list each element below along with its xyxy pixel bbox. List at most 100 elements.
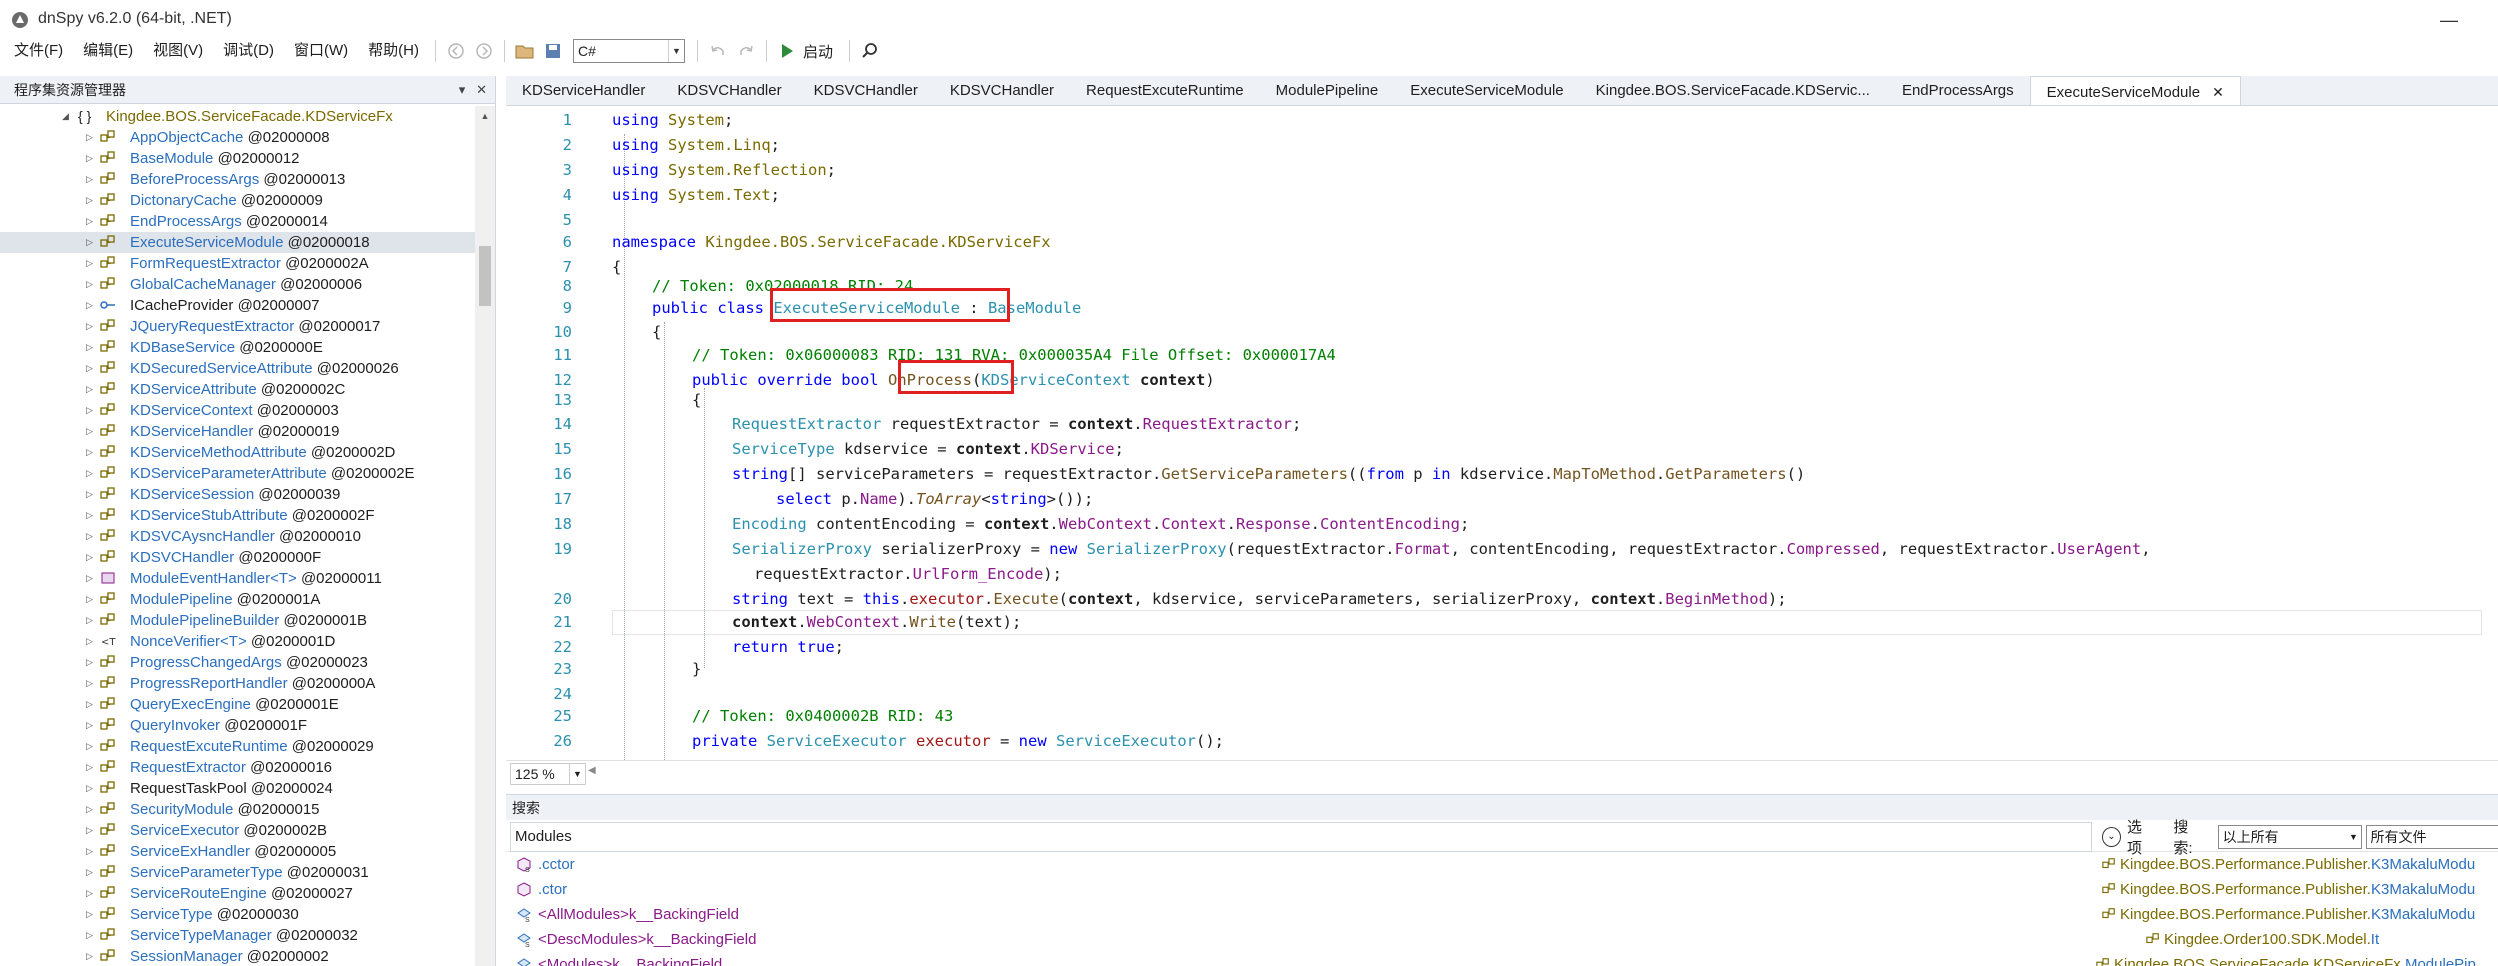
expand-icon[interactable]: ▷ [86,673,96,694]
document-tab[interactable]: Kingdee.BOS.ServiceFacade.KDServic... [1580,76,1886,105]
document-tab[interactable]: RequestExcuteRuntime [1070,76,1260,105]
document-tab[interactable]: KDServiceHandler [506,76,661,105]
tree-item[interactable]: ▷ JQueryRequestExtractor @02000017 [0,316,476,337]
tree-item[interactable]: ▷ ServiceType @02000030 [0,904,476,925]
open-folder-icon[interactable] [514,40,536,62]
document-tab[interactable]: KDSVCHandler [661,76,797,105]
expand-icon[interactable]: ▷ [86,946,96,966]
search-scope-select[interactable]: 以上所有 ▼ [2217,825,2362,849]
expand-icon[interactable]: ▷ [86,442,96,463]
expand-icon[interactable]: ▷ [86,925,96,946]
menu-edit[interactable]: 编辑(E) [73,36,143,66]
expand-icon[interactable]: ▷ [86,610,96,631]
search-icon[interactable] [859,40,881,62]
zoom-select[interactable]: 125 % ▼ [510,763,586,785]
forward-icon[interactable] [473,40,495,62]
search-result-row[interactable]: S <AllModules>k__BackingField Kingdee.BOS.… [506,902,2498,927]
tree-item[interactable]: ▷ KDServiceAttribute @0200002C [0,379,476,400]
minimize-button[interactable]: — [2426,4,2472,36]
play-icon[interactable] [776,40,798,62]
expand-icon[interactable]: ▷ [86,526,96,547]
expand-icon[interactable]: ▷ [86,337,96,358]
expand-icon[interactable]: ▷ [86,211,96,232]
tree-item[interactable]: ▷ ModuleEventHandler<T> @02000011 [0,568,476,589]
expand-icon[interactable]: ▷ [86,631,96,652]
expand-icon[interactable]: ▷ [86,820,96,841]
tree-item[interactable]: ▷ ServiceRouteEngine @02000027 [0,883,476,904]
document-tab[interactable]: KDSVCHandler [934,76,1070,105]
tree-item[interactable]: ▷ ExecuteServiceModule @02000018 [0,232,476,253]
expand-icon[interactable]: ▷ [86,148,96,169]
tree-item[interactable]: ▷ ProgressReportHandler @0200000A [0,673,476,694]
tree-item[interactable]: ▷ ModulePipeline @0200001A [0,589,476,610]
expand-icon[interactable]: ▷ [86,463,96,484]
tree-item[interactable]: ▷ ServiceExHandler @02000005 [0,841,476,862]
tree-item[interactable]: ▷ DictonaryCache @02000009 [0,190,476,211]
scroll-up-icon[interactable]: ▲ [475,106,495,126]
tree-item[interactable]: ▷ QueryExecEngine @0200001E [0,694,476,715]
tree-item[interactable]: ▷ BaseModule @02000012 [0,148,476,169]
expand-icon[interactable]: ▷ [86,232,96,253]
menu-view[interactable]: 视图(V) [143,36,213,66]
expand-icon[interactable]: ▷ [86,484,96,505]
language-select[interactable]: C# ▼ [572,39,685,63]
tree-item[interactable]: ▷ EndProcessArgs @02000014 [0,211,476,232]
tree-item[interactable]: ▷ RequestTaskPool @02000024 [0,778,476,799]
tree-item[interactable]: ▷ SessionManager @02000002 [0,946,476,966]
tree-item[interactable]: ▷ QueryInvoker @0200001F [0,715,476,736]
options-chevron-icon[interactable]: ⌄ [2102,827,2121,847]
tree-item[interactable]: ▷ ProgressChangedArgs @02000023 [0,652,476,673]
expand-icon[interactable]: ▷ [86,589,96,610]
tree-item[interactable]: ▷ GlobalCacheManager @02000006 [0,274,476,295]
expand-icon[interactable]: ▷ [86,778,96,799]
expand-icon[interactable]: ▷ [86,190,96,211]
expand-icon[interactable]: ▷ [86,757,96,778]
menu-debug[interactable]: 调试(D) [213,36,284,66]
expand-icon[interactable]: ▷ [86,127,96,148]
expand-icon[interactable]: ▷ [86,358,96,379]
expand-icon[interactable]: ▷ [86,421,96,442]
tree-item[interactable]: ▷ SecurityModule @02000015 [0,799,476,820]
close-icon[interactable]: ✕ [2212,84,2224,100]
tree-scrollbar[interactable]: ▲ [475,106,495,966]
search-result-row[interactable]: S .cctor Kingdee.BOS.Performance.Publisher… [506,852,2498,877]
tree-item[interactable]: ▷ ICacheProvider @02000007 [0,295,476,316]
scrollbar-thumb[interactable] [479,246,491,306]
expand-icon[interactable]: ▷ [86,400,96,421]
redo-icon[interactable] [735,40,757,62]
back-icon[interactable] [445,40,467,62]
tree-item[interactable]: ▷ ModulePipelineBuilder @0200001B [0,610,476,631]
save-all-icon[interactable] [542,40,564,62]
close-icon[interactable]: ✕ [476,82,487,97]
tree-item[interactable]: ▷ KDServiceStubAttribute @0200002F [0,505,476,526]
expand-icon[interactable]: ▷ [86,505,96,526]
assembly-tree[interactable]: ◢ { } Kingdee.BOS.ServiceFacade.KDServiceF… [0,106,476,966]
expand-icon[interactable]: ▷ [86,274,96,295]
search-result-row[interactable]: <Modules>k__BackingField Kingdee.BOS.Serv… [506,952,2498,966]
search-files-select[interactable]: 所有文件 [2365,825,2498,849]
tree-item[interactable]: ▷ KDServiceHandler @02000019 [0,421,476,442]
tree-item[interactable]: ▷ BeforeProcessArgs @02000013 [0,169,476,190]
tree-item[interactable]: ▷ KDServiceSession @02000039 [0,484,476,505]
expand-icon[interactable]: ▷ [86,379,96,400]
expand-icon[interactable]: ▷ [86,736,96,757]
expand-icon[interactable]: ▷ [86,862,96,883]
expand-icon[interactable]: ▷ [86,295,96,316]
expand-icon[interactable]: ▷ [86,316,96,337]
tree-item[interactable]: ▷ AppObjectCache @02000008 [0,127,476,148]
tree-item[interactable]: ▷ ServiceTypeManager @02000032 [0,925,476,946]
search-result-row[interactable]: .ctor Kingdee.BOS.Performance.Publisher.K… [506,877,2498,902]
tree-item[interactable]: ▷ KDServiceParameterAttribute @0200002E [0,463,476,484]
tree-item[interactable]: ▷ RequestExtractor @02000016 [0,757,476,778]
search-input[interactable]: Modules [510,822,2092,852]
document-tab[interactable]: KDSVCHandler [798,76,934,105]
tree-item[interactable]: ▷ RequestExcuteRuntime @02000029 [0,736,476,757]
expand-icon[interactable]: ▷ [86,169,96,190]
tree-item[interactable]: ▷ KDSVCAysncHandler @02000010 [0,526,476,547]
expand-icon[interactable]: ▷ [86,253,96,274]
document-tab[interactable]: ExecuteServiceModule [1394,76,1579,105]
document-tab[interactable]: ModulePipeline [1260,76,1395,105]
tree-item[interactable]: ▷ FormRequestExtractor @0200002A [0,253,476,274]
expand-icon[interactable]: ▷ [86,841,96,862]
tree-item[interactable]: ▷ KDBaseService @0200000E [0,337,476,358]
